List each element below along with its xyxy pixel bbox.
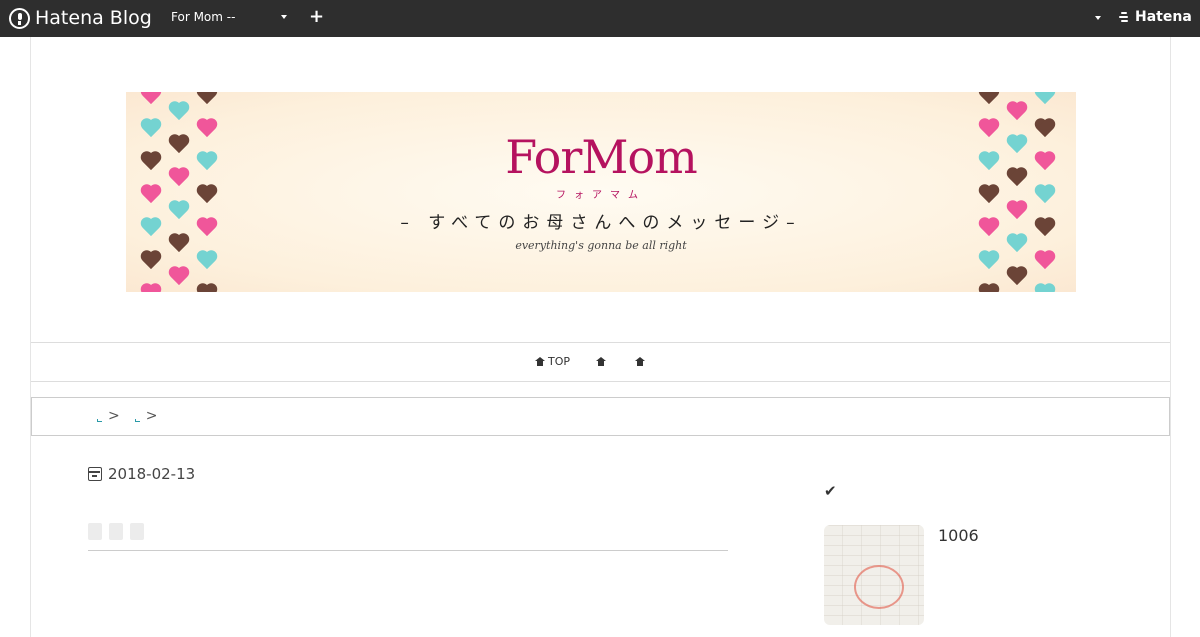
heart-icon bbox=[1034, 92, 1056, 106]
heart-icon bbox=[1034, 284, 1056, 292]
user-menu-chevron-icon[interactable] bbox=[1095, 16, 1101, 20]
blog-title: ForMom bbox=[505, 130, 698, 184]
breadcrumb-link[interactable] bbox=[134, 410, 142, 422]
blog-title-kana: フォアマム bbox=[556, 190, 646, 201]
hatena-blog-brand: Hatena Blog bbox=[35, 7, 152, 29]
heart-icon bbox=[978, 251, 1000, 271]
blog-name: For Mom -- bbox=[171, 10, 236, 24]
hatena-mark-icon bbox=[1118, 10, 1133, 25]
title-placeholder bbox=[130, 523, 144, 540]
heart-icon bbox=[1034, 251, 1056, 271]
breadcrumb-separator: > bbox=[108, 408, 120, 424]
hatena-brand: Hatena bbox=[1135, 9, 1192, 25]
heart-icon bbox=[1006, 267, 1028, 287]
new-post-button[interactable]: + bbox=[309, 6, 324, 27]
calendar-icon bbox=[88, 467, 102, 481]
heart-icon bbox=[140, 284, 162, 292]
hatena-blog-icon bbox=[9, 7, 30, 29]
breadcrumb-separator: > bbox=[145, 408, 158, 424]
heart-icon bbox=[978, 92, 1000, 106]
nav-item-top[interactable]: TOP bbox=[535, 355, 570, 368]
nav-item-label: TOP bbox=[548, 355, 571, 368]
home-icon bbox=[596, 357, 607, 366]
heart-icon bbox=[1006, 102, 1028, 122]
blog-selector[interactable]: For Mom -- bbox=[171, 10, 289, 28]
blog-header-banner[interactable]: ForMom フォアマム – すべてのお母さんへのメッセージ– everythi… bbox=[126, 92, 1076, 292]
heart-icon bbox=[196, 284, 218, 292]
entry-date-text: 2018-02-13 bbox=[108, 465, 196, 483]
chevron-down-icon bbox=[281, 15, 287, 19]
hatena-topbar: Hatena Blog For Mom -- + Hatena bbox=[0, 0, 1200, 37]
hatena-logo[interactable]: Hatena bbox=[1118, 9, 1192, 25]
heart-icon bbox=[196, 92, 218, 106]
blog-tagline: – すべてのお母さんへのメッセージ– bbox=[400, 213, 802, 233]
hatena-blog-logo[interactable]: Hatena Blog bbox=[9, 7, 152, 29]
home-icon bbox=[535, 357, 545, 366]
heart-icon bbox=[196, 251, 218, 271]
page-container: ForMom フォアマム – すべてのお母さんへのメッセージ– everythi… bbox=[30, 37, 1171, 637]
nav-item-3[interactable] bbox=[635, 355, 648, 368]
article-thumbnail[interactable] bbox=[824, 525, 924, 625]
sidebar-count: 1006 bbox=[938, 526, 979, 545]
heart-icon bbox=[168, 267, 190, 287]
breadcrumb: > > bbox=[31, 397, 1170, 436]
heart-icon bbox=[978, 284, 1000, 292]
nav-item-2[interactable] bbox=[596, 355, 609, 368]
heart-icon bbox=[168, 102, 190, 122]
home-icon bbox=[635, 357, 646, 366]
entry-date[interactable]: 2018-02-13 bbox=[88, 465, 195, 483]
breadcrumb-link[interactable] bbox=[96, 410, 104, 422]
blog-subtitle: everything's gonna be all right bbox=[515, 239, 687, 252]
check-icon: ✔ bbox=[824, 482, 837, 500]
global-nav: TOP bbox=[31, 342, 1170, 382]
title-placeholder bbox=[109, 523, 123, 540]
title-placeholder bbox=[88, 523, 102, 540]
entry-title[interactable] bbox=[88, 523, 728, 551]
heart-icon bbox=[140, 92, 162, 106]
heart-icon bbox=[140, 251, 162, 271]
